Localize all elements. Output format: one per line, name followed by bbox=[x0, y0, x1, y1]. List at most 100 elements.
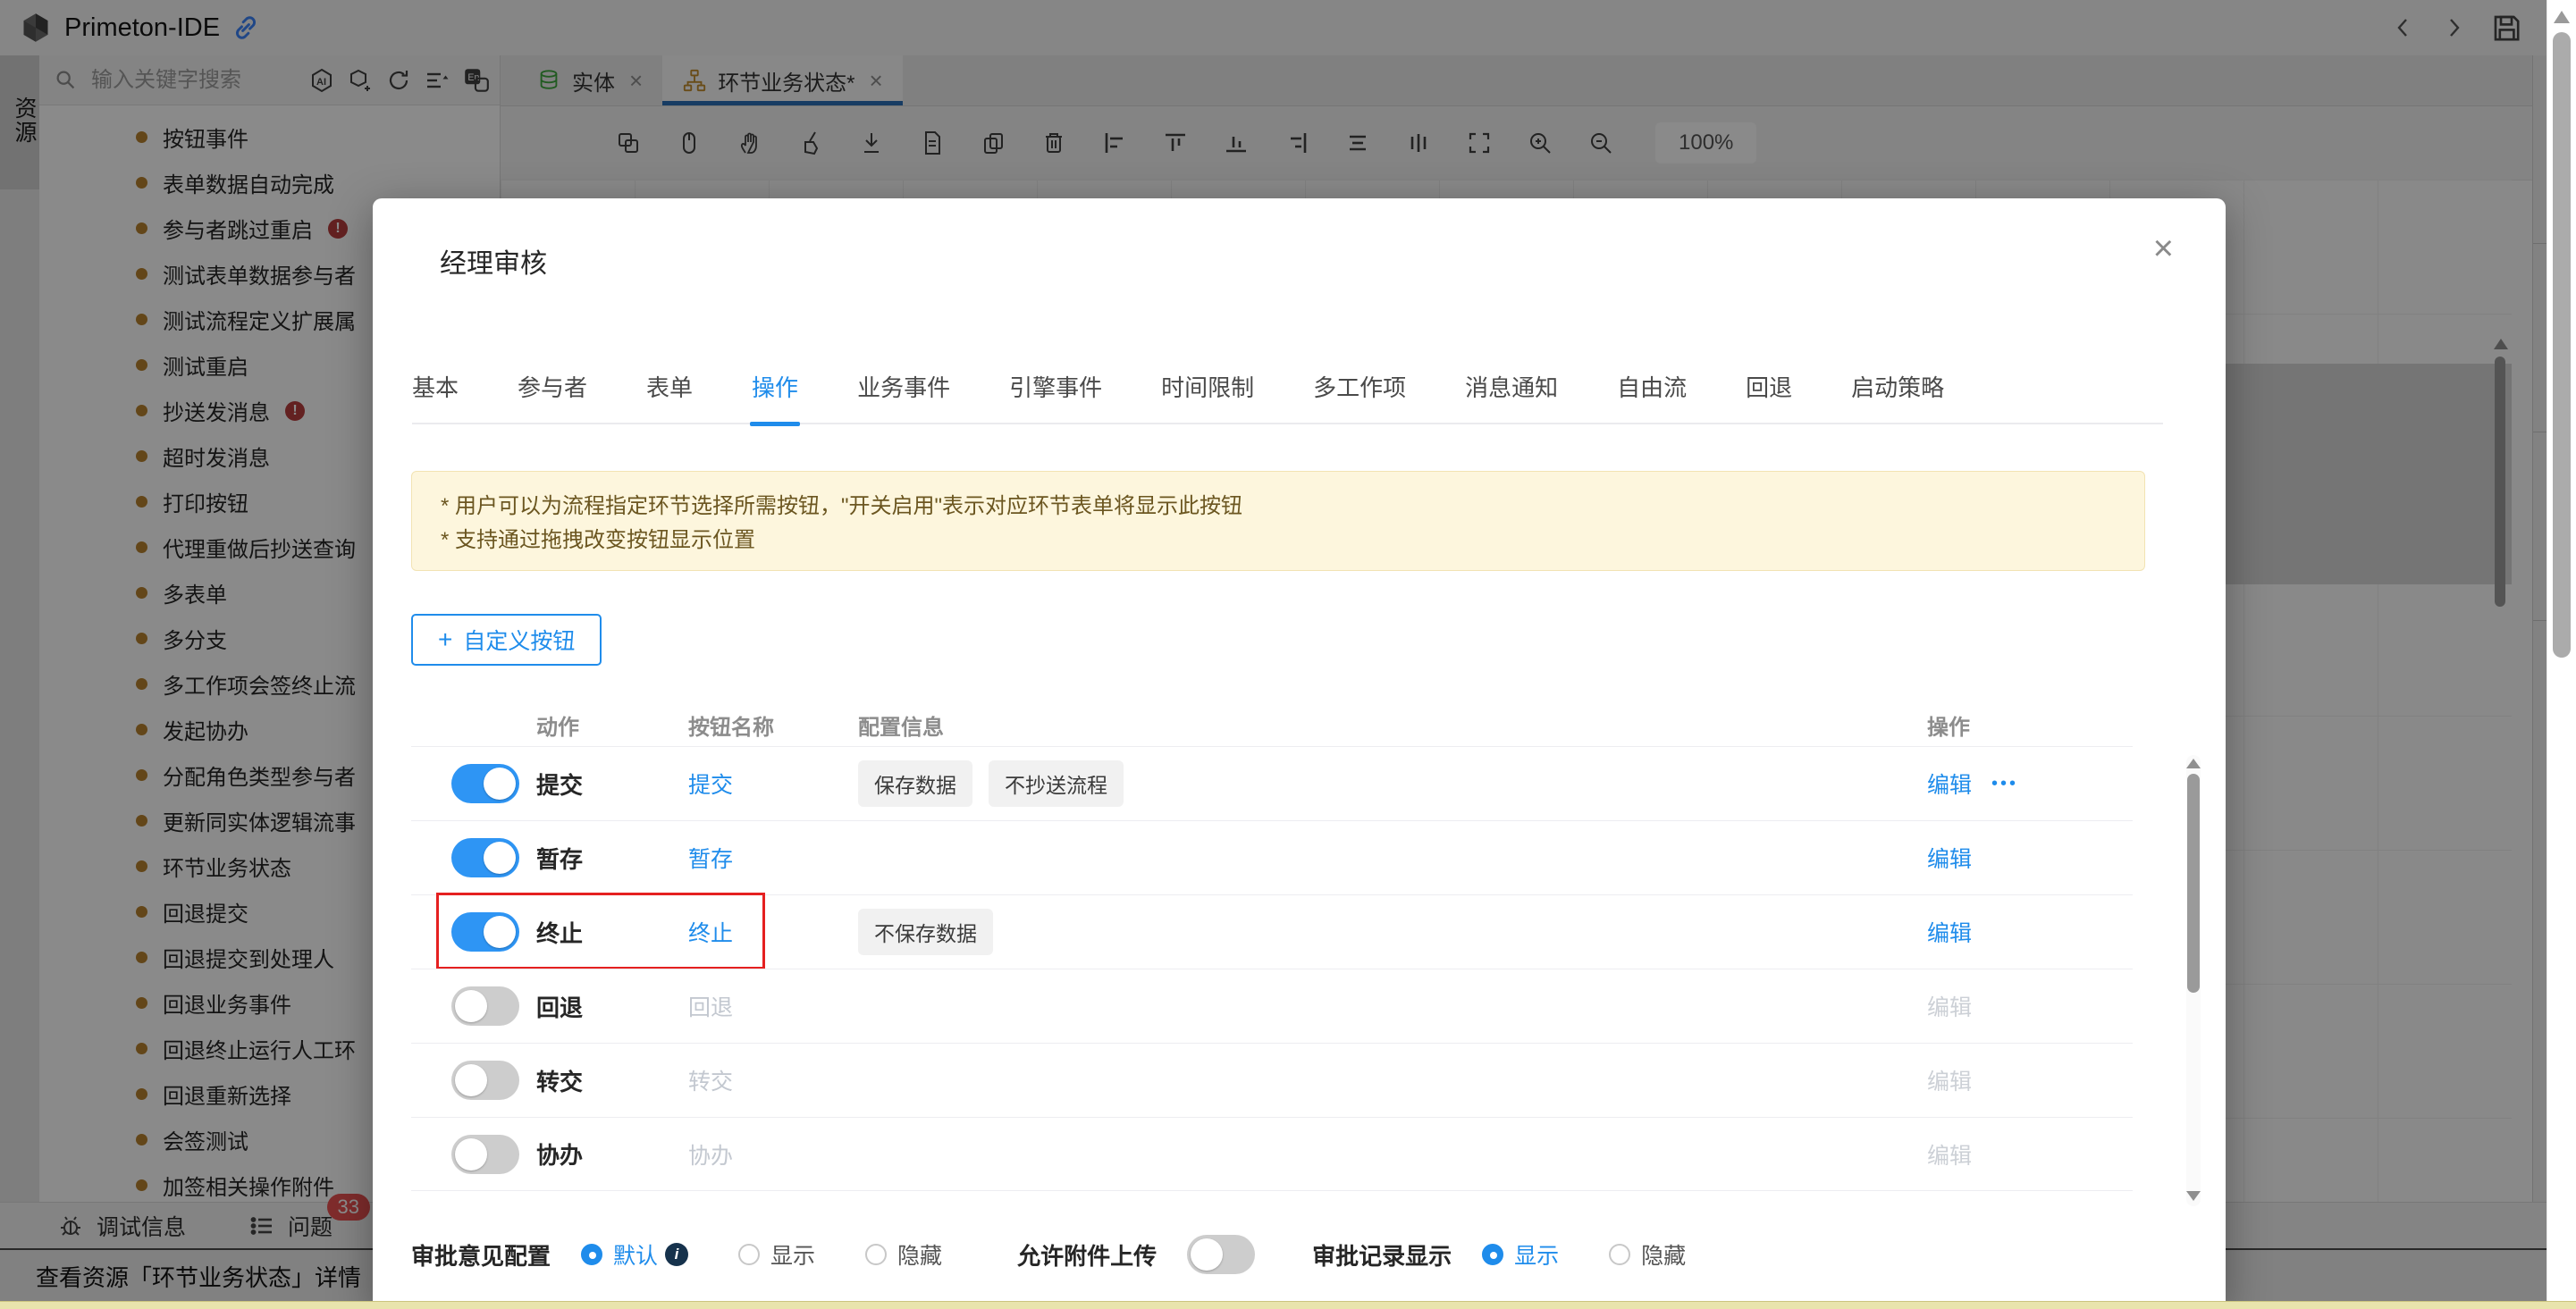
button-config-table: 动作 按钮名称 配置信息 操作 提交提交保存数据不抄送流程编辑•••暂存暂存编辑… bbox=[411, 703, 2133, 1191]
dialog-tab[interactable]: 引擎事件 bbox=[1009, 370, 1102, 403]
notice-line: * 用户可以为流程指定环节选择所需按钮，"开关启用"表示对应环节表单将显示此按钮 bbox=[441, 490, 2144, 524]
button-name-link[interactable]: 暂存 bbox=[688, 842, 858, 874]
enable-toggle[interactable] bbox=[451, 1135, 519, 1174]
radio-button[interactable] bbox=[1482, 1244, 1503, 1265]
radio-button[interactable] bbox=[581, 1244, 602, 1265]
button-config-row: 暂存暂存 编辑 bbox=[411, 820, 2133, 894]
enable-toggle[interactable] bbox=[451, 912, 519, 952]
radio-option[interactable]: 隐藏 bbox=[1609, 1238, 1686, 1271]
action-label: 终止 bbox=[536, 916, 688, 949]
button-config-row: 转交转交 编辑 bbox=[411, 1043, 2133, 1117]
button-name-link[interactable]: 终止 bbox=[688, 916, 858, 948]
attachment-upload-label: 允许附件上传 bbox=[1017, 1238, 1157, 1271]
dialog-tab[interactable]: 业务事件 bbox=[857, 370, 950, 403]
dialog-tab[interactable]: 参与者 bbox=[518, 370, 587, 403]
radio-option[interactable]: 显示 bbox=[1482, 1238, 1559, 1271]
dialog-tab[interactable]: 回退 bbox=[1746, 370, 1792, 403]
table-scrollbar[interactable] bbox=[2186, 755, 2201, 1206]
button-config-row: 提交提交保存数据不抄送流程编辑••• bbox=[411, 746, 2133, 820]
radio-label: 显示 bbox=[1514, 1238, 1559, 1271]
radio-option[interactable]: 隐藏 bbox=[865, 1238, 942, 1271]
row-operations: 编辑 bbox=[1927, 842, 2133, 874]
table-header: 动作 按钮名称 配置信息 操作 bbox=[411, 703, 2133, 746]
button-name-link: 回退 bbox=[688, 990, 858, 1022]
dialog-tab[interactable]: 表单 bbox=[646, 370, 693, 403]
enable-toggle[interactable] bbox=[451, 764, 519, 803]
radio-label: 默认 bbox=[613, 1238, 658, 1271]
row-operations: 编辑 bbox=[1927, 1138, 2133, 1171]
radio-button[interactable] bbox=[1609, 1244, 1630, 1265]
dialog-tab[interactable]: 时间限制 bbox=[1161, 370, 1254, 403]
enable-toggle[interactable] bbox=[451, 1061, 519, 1100]
radio-option[interactable]: 默认i bbox=[581, 1238, 688, 1271]
table-body: 提交提交保存数据不抄送流程编辑•••暂存暂存编辑终止终止不保存数据编辑回退回退编… bbox=[411, 746, 2133, 1191]
scroll-up-icon[interactable] bbox=[2554, 11, 2570, 23]
config-tag: 不抄送流程 bbox=[989, 760, 1124, 807]
add-custom-button-label: 自定义按钮 bbox=[463, 624, 575, 656]
record-display-label: 审批记录显示 bbox=[1312, 1238, 1452, 1271]
table-scrollbar-thumb[interactable] bbox=[2187, 774, 2200, 993]
opinion-config-label: 审批意见配置 bbox=[411, 1238, 551, 1271]
notice-box: * 用户可以为流程指定环节选择所需按钮，"开关启用"表示对应环节表单将显示此按钮… bbox=[411, 471, 2145, 571]
button-config-row: 协办协办 编辑 bbox=[411, 1117, 2133, 1191]
row-operations: 编辑 bbox=[1927, 916, 2133, 948]
scroll-up-icon[interactable] bbox=[2186, 759, 2201, 768]
record-radio-group: 显示 隐藏 bbox=[1482, 1238, 1686, 1271]
scroll-down-icon[interactable] bbox=[2186, 1191, 2201, 1201]
dialog-tab[interactable]: 基本 bbox=[412, 370, 459, 403]
dialog-footer: 审批意见配置 默认i 显示 隐藏 允许附件上传 审批记录显示 显示 隐藏 bbox=[411, 1235, 2145, 1274]
button-name-link: 转交 bbox=[688, 1064, 858, 1096]
action-label: 提交 bbox=[536, 768, 688, 801]
row-operations: 编辑 bbox=[1927, 1064, 2133, 1096]
edit-link[interactable]: 编辑 bbox=[1927, 842, 1972, 874]
attachment-upload-toggle[interactable] bbox=[1187, 1235, 1255, 1274]
action-label: 转交 bbox=[536, 1064, 688, 1097]
opinion-radio-group: 默认i 显示 隐藏 bbox=[581, 1238, 942, 1271]
enable-toggle[interactable] bbox=[451, 986, 519, 1026]
os-scrollbar-thumb[interactable] bbox=[2553, 32, 2571, 658]
os-scrollbar[interactable] bbox=[2547, 0, 2576, 1308]
radio-button[interactable] bbox=[865, 1244, 887, 1265]
dialog-tab[interactable]: 操作 bbox=[752, 370, 798, 403]
dialog-tab[interactable]: 消息通知 bbox=[1465, 370, 1558, 403]
dialog-tab[interactable]: 启动策略 bbox=[1851, 370, 1944, 403]
close-icon[interactable]: × bbox=[2153, 231, 2174, 266]
config-tag: 不保存数据 bbox=[858, 909, 993, 955]
more-actions-icon[interactable]: ••• bbox=[1991, 774, 2018, 794]
config-tags: 不保存数据 bbox=[858, 909, 1927, 955]
button-config-row: 回退回退 编辑 bbox=[411, 969, 2133, 1043]
edit-link[interactable]: 编辑 bbox=[1927, 916, 1972, 948]
dialog-tab[interactable]: 自由流 bbox=[1617, 370, 1687, 403]
enable-toggle[interactable] bbox=[451, 838, 519, 877]
edit-link: 编辑 bbox=[1927, 990, 1972, 1022]
action-label: 回退 bbox=[536, 990, 688, 1023]
config-tag: 保存数据 bbox=[858, 760, 972, 807]
col-config: 配置信息 bbox=[858, 709, 1927, 741]
col-operation: 操作 bbox=[1927, 709, 1970, 741]
edit-link[interactable]: 编辑 bbox=[1927, 768, 1972, 800]
edit-link: 编辑 bbox=[1927, 1064, 1972, 1096]
action-label: 协办 bbox=[536, 1137, 688, 1171]
row-operations: 编辑 ••• bbox=[1927, 768, 2133, 800]
dialog-title: 经理审核 bbox=[440, 241, 547, 281]
radio-option[interactable]: 显示 bbox=[738, 1238, 815, 1271]
notice-line: * 支持通过拖拽改变按钮显示位置 bbox=[441, 524, 2144, 558]
col-action: 动作 bbox=[536, 709, 688, 741]
radio-label: 显示 bbox=[770, 1238, 815, 1271]
dialog-tab-bar: 基本 参与者 表单 操作 业务事件 引擎事件 时间限制 多工作项 消息通知 自由流 回退 启动策略 bbox=[412, 370, 2163, 424]
button-config-row: 终止终止不保存数据编辑 bbox=[411, 894, 2133, 969]
edit-link: 编辑 bbox=[1927, 1138, 1972, 1171]
action-label: 暂存 bbox=[536, 842, 688, 875]
config-tags: 保存数据不抄送流程 bbox=[858, 760, 1927, 807]
add-custom-button[interactable]: + 自定义按钮 bbox=[411, 614, 602, 666]
radio-button[interactable] bbox=[738, 1244, 760, 1265]
plus-icon: + bbox=[438, 627, 452, 652]
col-name: 按钮名称 bbox=[688, 709, 858, 741]
button-name-link: 协办 bbox=[688, 1138, 858, 1171]
button-name-link[interactable]: 提交 bbox=[688, 768, 858, 800]
node-settings-dialog: 经理审核 × 基本参与者表单操作业务事件引擎事件时间限制多工作项消息通知自由流回… bbox=[373, 198, 2226, 1308]
radio-label: 隐藏 bbox=[897, 1238, 942, 1271]
dialog-tab[interactable]: 多工作项 bbox=[1313, 370, 1406, 403]
row-operations: 编辑 bbox=[1927, 990, 2133, 1022]
radio-label: 隐藏 bbox=[1641, 1238, 1686, 1271]
